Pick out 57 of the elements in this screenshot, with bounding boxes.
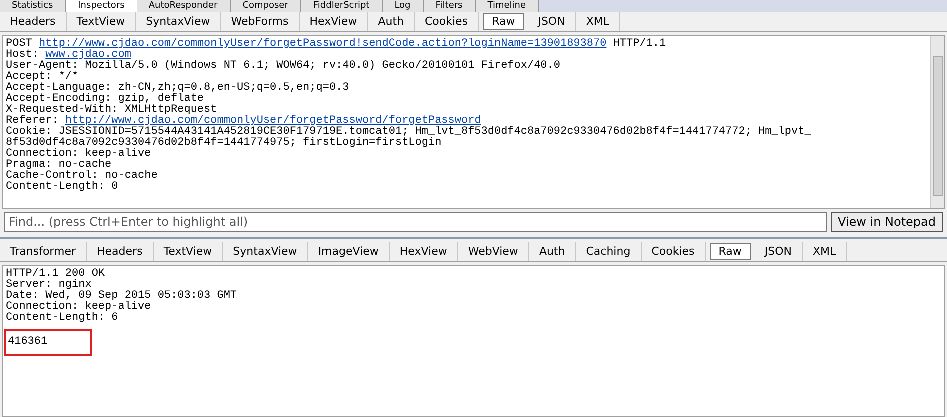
header-line: Server: nginx [6,280,92,291]
header-line: Cookie: JSESSIONID=5715544A43141A452819CE30F179719E.tomcat01; Hm_lvt_8f53d0df4c8a7092c9330476d02b8f4f=1441774772; Hm_lpvt_ [6,127,812,138]
header-line: Accept-Language: zh-CN,zh;q=0.8,en-US;q=0.5,en;q=0.3 [6,83,350,94]
inspector-tab[interactable]: Raw [483,13,524,30]
inspector-tab[interactable]: Headers [0,12,67,31]
main-tab[interactable]: Timeline [476,0,540,12]
inspector-tab[interactable]: ImageView [308,242,390,261]
inspector-tab[interactable]: TextView [66,12,136,31]
main-tab[interactable]: FiddlerScript [301,0,383,12]
main-tab[interactable]: Filters [424,0,476,12]
header-line: X-Requested-With: XMLHttpRequest [6,105,218,116]
header-line: User-Agent: Mozilla/5.0 (Windows NT 6.1; WOW64; rv:40.0) Gecko/20100101 Firefox/40.0 [6,61,562,72]
inspector-tab[interactable]: Transformer [0,242,88,261]
scrollbar[interactable] [930,36,944,208]
inspector-tab[interactable]: TextView [154,242,224,261]
inspector-tab[interactable]: WebView [458,242,530,261]
inspector-tab[interactable]: Cookies [642,242,706,261]
inspector-tab[interactable]: Auth [368,12,415,31]
header-line: Content-Length: 0 [6,182,120,193]
header-line: Connection: keep-alive [6,149,152,160]
inspector-tab[interactable]: XML [576,12,620,31]
url-link[interactable]: http://www.cjdao.com/commonlyUser/forgetPassword!sendCode.action?loginName=13901893870 [39,38,607,50]
header-line: Connection: keep-alive [6,302,152,313]
header-line: Content-Length: 6 [6,313,118,324]
inspector-tab[interactable]: Caching [576,242,642,261]
url-link[interactable]: http://www.cjdao.com/commonlyUser/forgetPassword/forgetPassword [65,115,482,127]
header-line: Referer: http://www.cjdao.com/commonlyUser/forgetPassword/forgetPassword [6,116,482,127]
find-field[interactable]: Find... (press Ctrl+Enter to highlight all) [4,212,827,232]
inspector-tab[interactable]: Auth [529,242,576,261]
header-line: Cache-Control: no-cache [6,171,159,182]
header-line: 8f53d0df4c8a7092c9330476d02b8f4f=1441774975; firstLogin=firstLogin [6,138,443,149]
header-line: Pragma: no-cache [6,160,112,171]
header-line: Accept-Encoding: gzip, deflate [6,94,204,105]
inspector-tab[interactable]: Headers [87,242,154,261]
inspector-tab[interactable]: SyntaxView [223,242,308,261]
inspector-tab[interactable]: WebForms [221,12,300,31]
inspector-tab[interactable]: HexView [390,242,458,261]
header-line: Accept: */* [6,72,79,83]
inspector-tab[interactable]: XML [803,242,848,261]
header-line: Host: www.cjdao.com [6,50,132,61]
inspector-tab[interactable]: SyntaxView [136,12,222,31]
main-tab[interactable]: Inspectors [66,0,137,12]
inspector-tab[interactable]: JSON [754,242,804,261]
inspector-tab[interactable]: JSON [528,12,576,31]
header-line: Date: Wed, 09 Sep 2015 05:03:03 GMT [6,291,238,302]
header-line: HTTP/1.1 200 OK [6,269,106,280]
main-tab[interactable]: Composer [230,0,302,12]
main-tab[interactable]: Log [382,0,424,12]
header-line: POST http://www.cjdao.com/commonlyUser/forgetPassword!sendCode.action?loginName=13901893870 HTTP/1.1 [6,39,668,50]
url-link[interactable]: www.cjdao.com [46,49,132,61]
view-in-notepad-button[interactable]: View in Notepad [830,212,943,232]
main-tab[interactable]: Statistics [0,0,66,12]
inspector-tab[interactable]: Cookies [414,12,480,31]
inspector-tab[interactable]: HexView [300,12,368,31]
response-body: 416361 [4,329,92,356]
inspector-tab[interactable]: Raw [710,243,751,260]
main-tab[interactable]: AutoResponder [136,0,231,12]
